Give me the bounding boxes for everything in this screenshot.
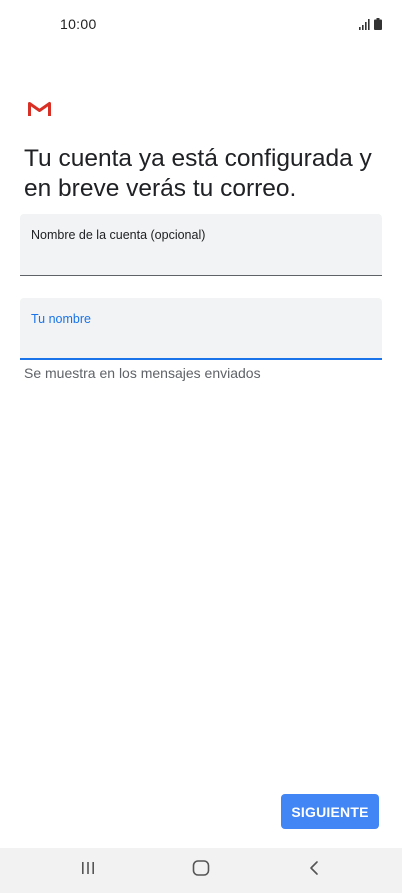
navigation-bar [0,848,402,893]
home-button[interactable] [171,848,231,893]
account-name-field[interactable]: Nombre de la cuenta (opcional) [20,214,382,276]
recent-apps-button[interactable] [58,848,118,893]
signal-icon [359,17,371,35]
screen: 10:00 Tu cuenta ya está configurada y en… [0,0,402,893]
status-icons [359,17,382,35]
your-name-input[interactable] [31,332,361,352]
your-name-helper-text: Se muestra en los mensajes enviados [24,365,261,381]
battery-icon [374,17,382,35]
account-name-label: Nombre de la cuenta (opcional) [31,228,206,242]
next-button[interactable]: SIGUIENTE [281,794,379,829]
account-name-input[interactable] [31,248,361,268]
back-button[interactable] [284,848,344,893]
recent-apps-icon [80,860,96,881]
your-name-label: Tu nombre [31,312,91,326]
back-icon [307,860,321,881]
page-title: Tu cuenta ya está configurada y en breve… [24,145,372,202]
home-icon [192,859,210,882]
your-name-field[interactable]: Tu nombre [20,298,382,360]
status-time: 10:00 [60,16,97,32]
status-bar: 10:00 [0,0,402,50]
gmail-logo-icon [28,101,51,117]
